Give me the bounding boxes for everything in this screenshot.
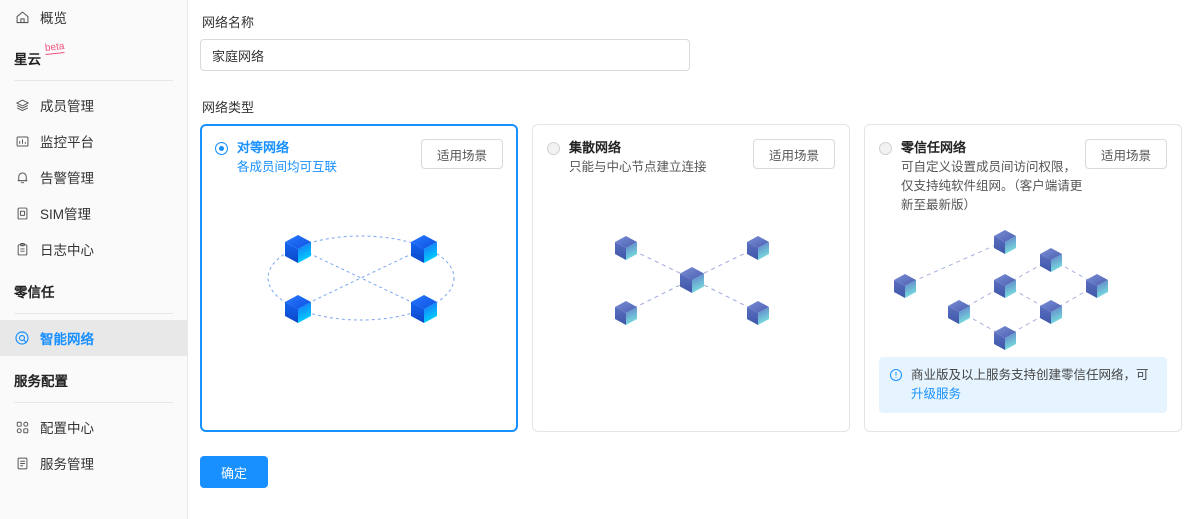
network-type-label: 网络类型 (202, 100, 255, 115)
diagram-mesh (202, 218, 516, 368)
info-circle-icon (889, 368, 903, 388)
beta-badge: beta (44, 41, 66, 55)
network-type-card-peer[interactable]: 对等网络 各成员间均可互联 适用场景 (200, 124, 518, 432)
sidebar-group-label: 服务配置 (14, 374, 68, 389)
sidebar-item-monitor[interactable]: 监控平台 (0, 123, 187, 159)
sidebar-item-alerts[interactable]: 告警管理 (0, 159, 187, 195)
sidebar-group-xingyun: 星云 beta 成员管理 监控平台 告警管理 SIM管理 日志中心 (0, 34, 187, 267)
clipboard-icon (14, 241, 30, 257)
sidebar-group-label: 星云 (14, 52, 41, 67)
sidebar-item-sim[interactable]: SIM管理 (0, 195, 187, 231)
sidebar-group-service: 服务配置 配置中心 服务管理 (0, 356, 187, 481)
sidebar-group-title: 星云 beta (0, 41, 187, 72)
network-type-card-zerotrust[interactable]: 零信任网络 可自定义设置成员间访问权限， 仅支持纯软件组网。（客户端请更新至最新… (864, 124, 1182, 432)
sidebar-item-label: 概览 (40, 11, 67, 26)
sidebar-item-label: 监控平台 (40, 135, 94, 150)
card-title: 集散网络 (569, 140, 622, 155)
sidebar-item-label: 日志中心 (40, 243, 94, 258)
network-type-card-hub[interactable]: 集散网络 只能与中心节点建立连接 适用场景 (532, 124, 850, 432)
bell-icon (14, 169, 30, 185)
sidebar-group-zerotrust: 零信任 智能网络 (0, 267, 187, 356)
sidebar-item-label: SIM管理 (40, 207, 92, 222)
radio-hub[interactable] (547, 142, 560, 155)
sidebar-item-label: 告警管理 (40, 171, 94, 186)
confirm-button[interactable]: 确定 (200, 456, 268, 488)
scene-button-hub[interactable]: 适用场景 (753, 139, 835, 169)
card-title: 对等网络 (237, 140, 290, 155)
sidebar-group-title: 零信任 (0, 281, 187, 305)
upgrade-link[interactable]: 升级服务 (911, 387, 961, 401)
app-root: 概览 星云 beta 成员管理 监控平台 告警管理 SIM管理 日志中心 零信任… (0, 0, 1200, 519)
list-doc-icon (14, 455, 30, 471)
grid-icon (14, 419, 30, 435)
card-description: 各成员间均可互联 (237, 160, 338, 174)
alert-text-wrap: 商业版及以上服务支持创建零信任网络，可 升级服务 (911, 366, 1157, 404)
scene-button-zerotrust[interactable]: 适用场景 (1085, 139, 1167, 169)
card-header: 对等网络 各成员间均可互联 适用场景 (215, 139, 503, 177)
layers-icon (14, 97, 30, 113)
sidebar-item-label: 服务管理 (40, 457, 94, 472)
sidebar-item-service-mgmt[interactable]: 服务管理 (0, 445, 187, 481)
sidebar-divider (14, 402, 173, 403)
card-title: 零信任网络 (901, 140, 967, 155)
sidebar-item-smart-network[interactable]: 智能网络 (0, 320, 187, 356)
sidebar: 概览 星云 beta 成员管理 监控平台 告警管理 SIM管理 日志中心 零信任… (0, 0, 188, 519)
sidebar-divider (14, 313, 173, 314)
upgrade-alert: 商业版及以上服务支持创建零信任网络，可 升级服务 (879, 357, 1167, 413)
network-name-label: 网络名称 (202, 15, 255, 30)
diagram-lattice (865, 201, 1181, 381)
sidebar-group-title: 服务配置 (0, 370, 187, 394)
card-radio-row: 对等网络 各成员间均可互联 (215, 139, 337, 177)
file-icon (14, 205, 30, 221)
radio-peer[interactable] (215, 142, 228, 155)
sidebar-item-members[interactable]: 成员管理 (0, 87, 187, 123)
radio-zerotrust[interactable] (879, 142, 892, 155)
card-header: 集散网络 只能与中心节点建立连接 适用场景 (547, 139, 835, 177)
network-name-input[interactable] (200, 39, 690, 71)
chart-icon (14, 133, 30, 149)
alert-text: 商业版及以上服务支持创建零信任网络，可 (911, 368, 1149, 382)
home-icon (14, 9, 30, 25)
scene-button-peer[interactable]: 适用场景 (421, 139, 503, 169)
sidebar-item-label: 成员管理 (40, 99, 94, 114)
main-content: 网络名称 /* placeholder applied below too */… (188, 0, 1200, 519)
sidebar-item-label: 配置中心 (40, 421, 94, 436)
sidebar-item-overview[interactable]: 概览 (0, 0, 187, 34)
card-description: 只能与中心节点建立连接 (569, 160, 707, 174)
network-type-card-list: 对等网络 各成员间均可互联 适用场景 集散网络 只能与中心节点建立连接 适用场景… (200, 124, 1200, 432)
sidebar-divider (14, 80, 173, 81)
sidebar-group-label: 零信任 (14, 285, 55, 300)
sidebar-item-label: 智能网络 (40, 332, 94, 347)
card-radio-row: 集散网络 只能与中心节点建立连接 (547, 139, 707, 177)
sidebar-item-logs[interactable]: 日志中心 (0, 231, 187, 267)
network-icon (14, 330, 30, 346)
diagram-star (533, 217, 849, 367)
sidebar-item-config-center[interactable]: 配置中心 (0, 409, 187, 445)
